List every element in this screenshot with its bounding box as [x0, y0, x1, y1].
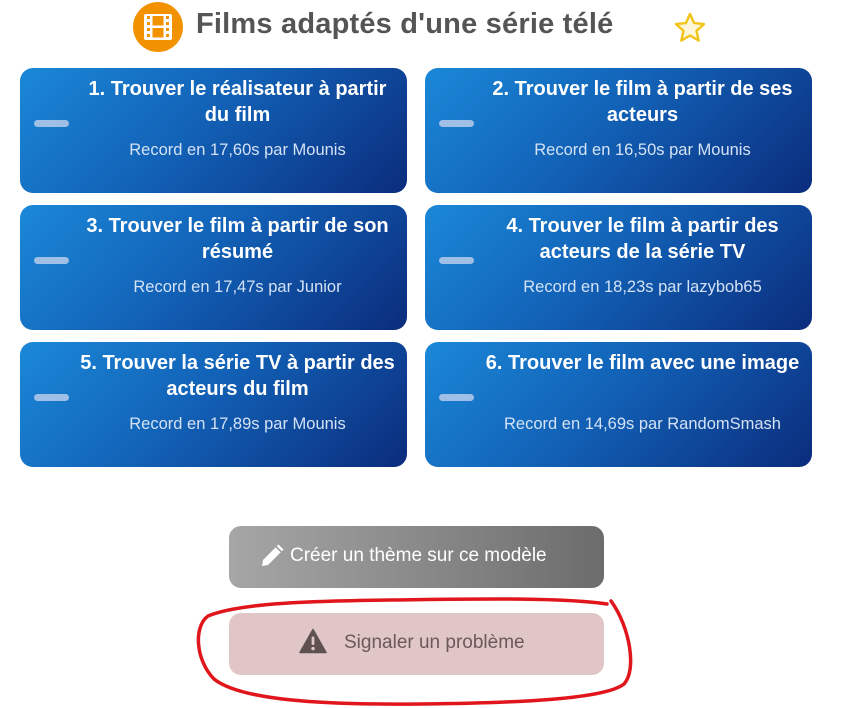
theme-card-record: Record en 16,50s par Mounis — [534, 141, 751, 159]
create-theme-button[interactable]: Créer un thème sur ce modèle — [229, 526, 604, 588]
dash-icon — [439, 257, 474, 264]
warning-icon — [299, 628, 327, 654]
pencil-icon — [262, 544, 284, 566]
theme-card-title: 5. Trouver la série TV à partir des acte… — [80, 352, 395, 400]
page: Films adaptés d'une série télé 1. Trouve… — [0, 0, 850, 708]
theme-card-title: 3. Trouver le film à partir de son résum… — [86, 215, 389, 263]
theme-card-4[interactable]: 4. Trouver le film à partir des acteurs … — [425, 205, 812, 330]
create-theme-label: Créer un thème sur ce modèle — [290, 545, 547, 566]
dash-icon — [439, 394, 474, 401]
dash-icon — [34, 394, 69, 401]
dash-icon — [34, 120, 69, 127]
theme-card-record: Record en 17,60s par Mounis — [129, 141, 346, 159]
page-title: Films adaptés d'une série télé — [196, 8, 614, 40]
theme-card-1[interactable]: 1. Trouver le réalisateur à partir du fi… — [20, 68, 407, 193]
film-icon — [133, 2, 183, 52]
theme-card-title: 2. Trouver le film à partir de ses acteu… — [492, 78, 793, 126]
dash-icon — [439, 120, 474, 127]
theme-card-title: 6. Trouver le film avec une image — [485, 352, 800, 374]
star-outline-icon[interactable] — [673, 11, 707, 45]
theme-card-record: Record en 18,23s par lazybob65 — [523, 278, 762, 296]
dash-icon — [34, 257, 69, 264]
theme-card-6[interactable]: 6. Trouver le film avec une image Record… — [425, 342, 812, 467]
header: Films adaptés d'une série télé — [0, 0, 850, 56]
theme-card-2[interactable]: 2. Trouver le film à partir de ses acteu… — [425, 68, 812, 193]
report-problem-label: Signaler un problème — [344, 632, 525, 653]
theme-card-record: Record en 17,89s par Mounis — [129, 415, 346, 433]
theme-card-title: 4. Trouver le film à partir des acteurs … — [506, 215, 779, 263]
report-problem-button[interactable]: Signaler un problème — [229, 613, 604, 675]
theme-card-record: Record en 17,47s par Junior — [133, 278, 342, 296]
theme-card-3[interactable]: 3. Trouver le film à partir de son résum… — [20, 205, 407, 330]
theme-card-record: Record en 14,69s par RandomSmash — [504, 415, 781, 433]
theme-card-5[interactable]: 5. Trouver la série TV à partir des acte… — [20, 342, 407, 467]
theme-card-title: 1. Trouver le réalisateur à partir du fi… — [88, 78, 387, 126]
